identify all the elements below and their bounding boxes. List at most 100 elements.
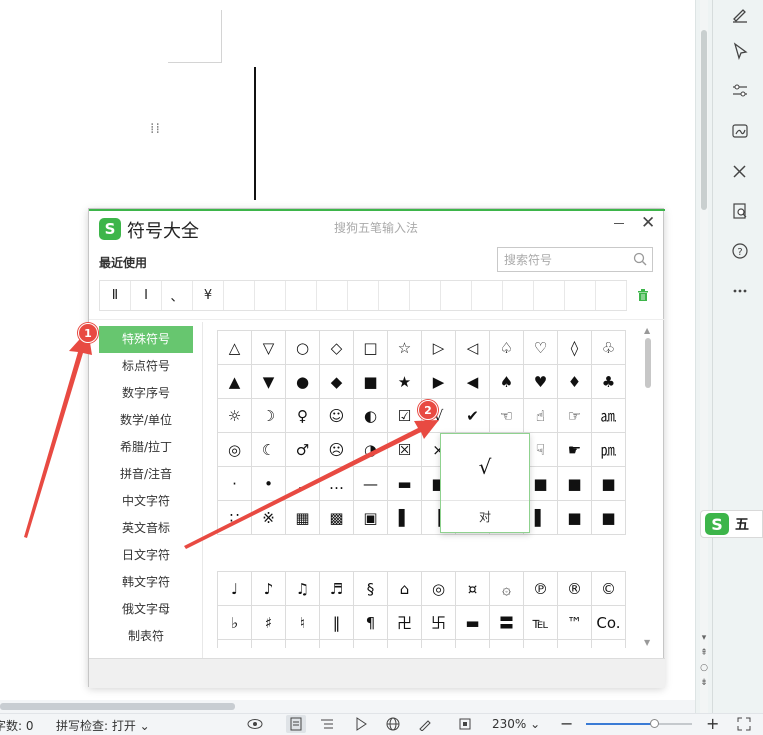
adjust-settings-icon[interactable] [726, 77, 754, 105]
recent-symbol-cell[interactable] [224, 281, 255, 310]
pen-edit-icon[interactable] [726, 0, 754, 28]
recent-symbol-cell[interactable] [348, 281, 379, 310]
recent-symbol-cell[interactable] [441, 281, 472, 310]
page-dot-icon[interactable]: ○ [699, 663, 709, 673]
symbol-cell[interactable]: ▷ [422, 331, 456, 365]
category-item[interactable]: 中文字符 [99, 488, 193, 515]
scroll-down-small-icon[interactable]: ▾ [699, 633, 709, 643]
symbol-cell[interactable]: ♭ [218, 606, 252, 640]
clear-recent-trash-icon[interactable] [637, 288, 649, 305]
symbol-cell[interactable]: ㏂ [592, 399, 626, 433]
symbol-cell[interactable]: ♩ [218, 572, 252, 606]
symbol-cell[interactable]: ◀ [456, 365, 490, 399]
minimize-button[interactable] [614, 223, 624, 224]
symbol-cell[interactable] [558, 640, 592, 648]
symbol-cell[interactable]: © [592, 572, 626, 606]
symbol-cell[interactable]: ▩ [320, 501, 354, 535]
preview-symbol[interactable]: √ [441, 434, 529, 501]
recent-symbol-cell[interactable] [472, 281, 503, 310]
next-page-icon[interactable]: ⇟ [699, 678, 709, 688]
symbol-cell[interactable]: ☽ [252, 399, 286, 433]
symbol-cell[interactable]: ¤ [456, 572, 490, 606]
symbol-cell[interactable] [422, 640, 456, 648]
symbol-cell[interactable]: ◎ [218, 433, 252, 467]
symbol-cell[interactable]: ◁ [456, 331, 490, 365]
outline-view-icon[interactable] [320, 717, 334, 734]
recent-symbol-cell[interactable] [255, 281, 286, 310]
category-item[interactable]: 标点符号 [99, 353, 193, 380]
zoom-slider-handle[interactable] [650, 719, 659, 728]
symbol-cell[interactable]: • [252, 467, 286, 501]
symbol-cell[interactable]: ♥ [524, 365, 558, 399]
horizontal-scrollbar[interactable] [0, 700, 695, 713]
symbol-cell[interactable] [592, 640, 626, 648]
symbol-cell[interactable]: ◑ [354, 433, 388, 467]
close-button[interactable]: ✕ [641, 213, 655, 233]
symbol-cell[interactable]: ♣ [592, 365, 626, 399]
recent-symbol-cell[interactable]: 、 [162, 281, 193, 310]
symbol-cell[interactable] [252, 640, 286, 648]
symbol-cell[interactable]: ▼ [252, 365, 286, 399]
symbol-cell[interactable]: ◇ [320, 331, 354, 365]
symbol-cell[interactable]: ℡ [524, 606, 558, 640]
symbol-cell[interactable]: ▶ [422, 365, 456, 399]
recent-symbol-cell[interactable] [534, 281, 565, 310]
symbol-cell[interactable]: ♬ [320, 572, 354, 606]
symbol-cell[interactable] [286, 640, 320, 648]
symbol-cell[interactable]: ♫ [286, 572, 320, 606]
symbol-cell[interactable]: ■ [592, 501, 626, 535]
symbol-cell[interactable]: § [354, 572, 388, 606]
symbol-cell[interactable]: ™ [558, 606, 592, 640]
symbol-cell[interactable]: □ [354, 331, 388, 365]
symbol-cell[interactable]: ‥ [286, 467, 320, 501]
symbol-cell[interactable]: ☼ [218, 399, 252, 433]
spell-check-toggle[interactable]: 拼写检查: 打开 ⌄ [56, 717, 150, 734]
symbol-cell[interactable] [218, 640, 252, 648]
symbol-cell[interactable]: ◎ [422, 572, 456, 606]
symbol-cell[interactable]: ♯ [252, 606, 286, 640]
page-view-icon[interactable] [286, 715, 306, 733]
symbol-cell[interactable]: ۞ [490, 572, 524, 606]
symbol-cell[interactable]: — [354, 467, 388, 501]
symbol-cell[interactable]: ▬ [388, 467, 422, 501]
select-pointer-icon[interactable] [726, 37, 754, 65]
symbol-cell[interactable]: ■ [354, 365, 388, 399]
symbol-cell[interactable]: ∷ [218, 501, 252, 535]
recent-symbol-cell[interactable]: ¥ [193, 281, 224, 310]
symbol-cell[interactable]: ◊ [558, 331, 592, 365]
symbol-cell[interactable]: ✔ [456, 399, 490, 433]
symbol-cell[interactable]: 〓 [490, 606, 524, 640]
scroll-down-icon[interactable]: ▼ [644, 638, 650, 647]
zoom-in-icon[interactable]: + [706, 714, 719, 733]
symbol-cell[interactable]: ※ [252, 501, 286, 535]
symbol-cell[interactable]: ♮ [286, 606, 320, 640]
web-view-icon[interactable] [386, 717, 400, 734]
category-item[interactable]: 数字序号 [99, 380, 193, 407]
category-item[interactable]: 拼音/注音 [99, 461, 193, 488]
symbol-cell[interactable] [490, 640, 524, 648]
symbol-cell[interactable]: ☝ [524, 399, 558, 433]
play-icon[interactable] [355, 717, 367, 734]
symbol-cell[interactable]: ▦ [286, 501, 320, 535]
symbol-cell[interactable]: ☹ [320, 433, 354, 467]
symbol-cell[interactable]: ☛ [558, 433, 592, 467]
symbol-cell[interactable]: ♂ [286, 433, 320, 467]
category-item[interactable]: 特殊符号 [99, 326, 193, 353]
zoom-out-icon[interactable]: − [560, 714, 573, 733]
symbol-cell[interactable]: ▬ [456, 606, 490, 640]
category-item[interactable]: 俄文字母 [99, 596, 193, 623]
symbol-cell[interactable]: ▽ [252, 331, 286, 365]
symbol-cell[interactable]: ★ [388, 365, 422, 399]
symbol-cell[interactable]: ○ [286, 331, 320, 365]
symbol-cell[interactable]: ☜ [490, 399, 524, 433]
symbol-cell[interactable] [388, 640, 422, 648]
symbol-cell[interactable]: ☺ [320, 399, 354, 433]
recent-symbol-cell[interactable]: Ⅰ [131, 281, 162, 310]
category-item[interactable]: 日文字符 [99, 542, 193, 569]
recent-symbol-cell[interactable] [317, 281, 348, 310]
symbol-grid-scrollbar[interactable]: ▲ ▼ [643, 326, 653, 648]
vertical-scroll-thumb[interactable] [701, 30, 707, 210]
category-item[interactable]: 英文音标 [99, 515, 193, 542]
ime-mode-label[interactable]: 五 [735, 514, 749, 534]
symbol-cell[interactable]: ♧ [592, 331, 626, 365]
